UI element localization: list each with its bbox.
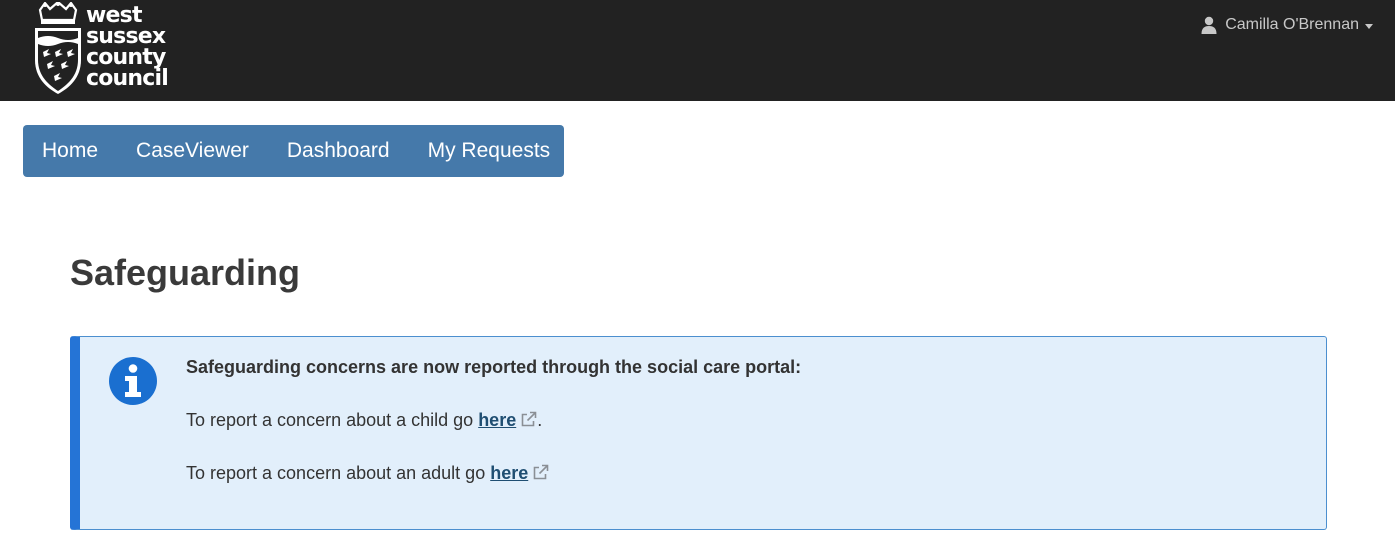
user-menu-toggle[interactable]: Camilla O'Brennan xyxy=(1201,14,1373,36)
logo-line: sussex xyxy=(86,24,166,49)
user-name: Camilla O'Brennan xyxy=(1225,16,1359,33)
logo-line: county xyxy=(86,45,166,70)
nav-item-home[interactable]: Home xyxy=(23,125,117,177)
nav-item-caseviewer[interactable]: CaseViewer xyxy=(117,125,268,177)
crest-icon xyxy=(35,2,81,94)
child-concern-text: To report a concern about a child go xyxy=(186,410,479,430)
adult-concern-link-label: here xyxy=(490,463,529,483)
page-title: Safeguarding xyxy=(70,252,301,293)
logo-line: council xyxy=(86,66,169,91)
top-bar: west sussex county council Camilla O'Bre… xyxy=(0,0,1395,101)
adult-concern-line: To report a concern about an adult go he… xyxy=(186,462,801,485)
adult-concern-link[interactable]: here xyxy=(490,463,549,483)
main-nav: Home CaseViewer Dashboard My Requests xyxy=(23,125,564,177)
nav-item-my-requests[interactable]: My Requests xyxy=(409,125,570,177)
external-link-icon xyxy=(521,411,537,427)
alert-heading: Safeguarding concerns are now reported t… xyxy=(186,357,802,377)
council-logo-text: west sussex county council xyxy=(86,3,182,91)
child-concern-link[interactable]: here xyxy=(478,410,537,430)
info-circle-icon xyxy=(109,357,157,405)
external-link-icon xyxy=(533,464,549,480)
logo-line: west xyxy=(86,3,142,28)
nav-item-dashboard[interactable]: Dashboard xyxy=(268,125,409,177)
child-concern-link-label: here xyxy=(478,410,517,430)
caret-down-icon xyxy=(1365,23,1373,29)
user-icon xyxy=(1201,16,1217,34)
alert-body: Safeguarding concerns are now reported t… xyxy=(186,356,801,515)
child-concern-suffix: . xyxy=(537,410,543,430)
info-alert: Safeguarding concerns are now reported t… xyxy=(70,336,1327,530)
adult-concern-text: To report a concern about an adult go xyxy=(186,463,491,483)
council-logo[interactable]: west sussex county council xyxy=(30,2,180,96)
child-concern-line: To report a concern about a child go her… xyxy=(186,409,801,432)
